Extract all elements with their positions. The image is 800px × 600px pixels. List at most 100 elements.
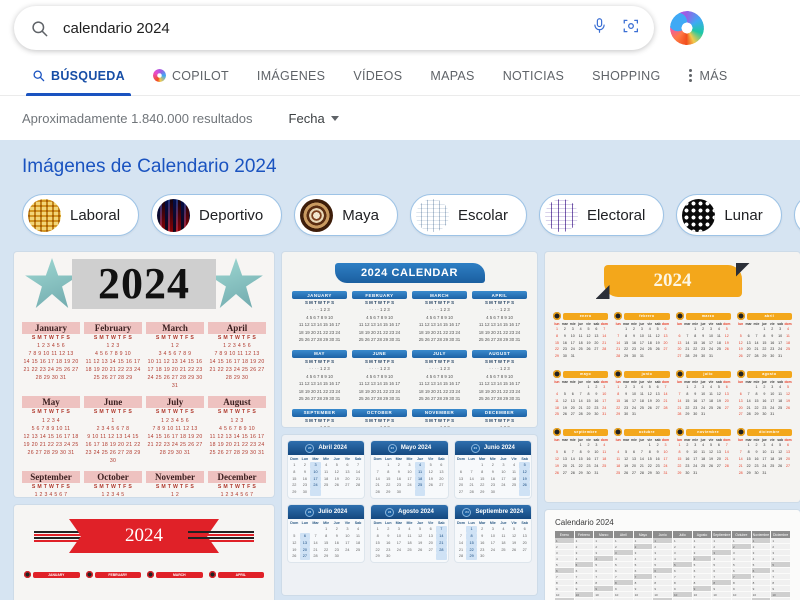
date-filter-dropdown[interactable]: Fecha [289, 111, 339, 126]
calendar-table-cell: 6 [672, 568, 692, 573]
calendar-table-cell: 5 [633, 562, 653, 567]
calendar-table-cell: 4 [672, 556, 692, 561]
year-badge-icon: 24 [470, 443, 480, 453]
month-days: 1 2 34 5 6 7 8 9 10 11 12 13 14 15 16 17 1… [209, 417, 265, 456]
image-result-orange-year-calendar[interactable]: 2024 enero lun mar mie jue vie sab dom 1 2 3 4 5 6 7 8 9… [545, 252, 800, 502]
copilot-logo-icon[interactable] [665, 6, 709, 50]
tab-videos[interactable]: VÍDEOS [339, 56, 416, 96]
column-header: Junio [653, 531, 672, 538]
calendar-table-cell: 1 [692, 538, 712, 543]
search-box[interactable] [14, 6, 654, 50]
image-result-grayscale-table-calendar[interactable]: Calendario 2024 Enero1234567891011Febrer… [545, 510, 800, 600]
month-header: mayo [553, 370, 609, 379]
calendar-table-cell: 4 [692, 556, 712, 561]
calendar-table-cell: 9 [692, 586, 712, 591]
result-count: Aproximadamente 1.840.000 resultados [22, 110, 253, 126]
calendar-month-card: 24 Julio 2024 Dom Lun Mar Mie Jue Vie Sab 1 2 3 4 5 6 7… [288, 505, 365, 563]
image-result-pink-year-calendar[interactable]: 2024 January S M T W T F S1 2 3 4 5 67 8 … [14, 252, 274, 497]
calendar-table-cell: 6 [555, 568, 574, 573]
month-name: July [146, 396, 204, 409]
calendar-table-cell: 10 [731, 592, 751, 597]
calendar-table-cell: 3 [633, 550, 653, 555]
weekday-header: S M T W T F S [304, 417, 335, 423]
month-header: FEBRUARY [85, 571, 141, 578]
weekday-header: S M T W T F S [484, 417, 515, 423]
column-header: Mayo [633, 531, 653, 538]
image-result-blue-year-calendar[interactable]: 2024 CALENDAR JANUARY S M T W T F S · · · … [282, 252, 537, 427]
filter-pill-electoral[interactable]: Electoral [538, 194, 665, 236]
tab-mas[interactable]: MÁS [675, 56, 742, 96]
weekday-header: S M T W T F S [93, 335, 133, 341]
month-name: August [208, 396, 266, 409]
month-name: November [146, 470, 204, 483]
calendar-month-card: 24 Agosto 2024 Dom Lun Mar Mie Jue Vie Sab 1 2 3 4 5 6… [371, 505, 448, 563]
filter-pill-lunar[interactable]: Lunar [676, 194, 782, 236]
microphone-icon[interactable] [591, 17, 608, 39]
image-result-red-ribbon-calendar[interactable]: 2024 JANUARY FEBRUARY MARCH APRIL [14, 505, 274, 600]
column-cells: 1234567891011 [653, 538, 672, 600]
month-days: 1 2 3 4 5 6 7 8 9 10 11 12 13 14 15 16 17 18 19 20 21 22 23 24 2… [554, 327, 607, 359]
weekday-header: S M T W T F S [93, 409, 133, 416]
month-days: 1 2 3 4 5 67 8 9 10 11 12 13 14 15 16 17 … [23, 343, 79, 382]
filter-pill-escolar[interactable]: Escolar [409, 194, 527, 236]
calendar-month-block: OctoberS M T W T F S1 2 3 4 56 7 8 9 10 … [84, 470, 142, 497]
weekday-header: Dom Lun Mar Mie Jue Vie Sab [456, 521, 528, 526]
filter-pill-deportivo[interactable]: Deportivo [151, 194, 283, 236]
weekday-header: S M T W T F S [31, 409, 71, 416]
month-days: 1 2 3 4 56 7 8 9 10 11 1213 14 15 16 17 … [101, 491, 125, 497]
month-header: octubre [614, 428, 670, 437]
calendar-year-label: 2024 [603, 265, 742, 297]
filter-pill-overflow[interactable] [793, 194, 800, 236]
calendar-month-block: OCTOBERS M T W T F S· · · · 1 2 34 5 6 7… [352, 408, 407, 427]
month-header: enero [553, 312, 609, 320]
tab-shopping[interactable]: SHOPPING [578, 56, 674, 96]
year-badge-icon: 24 [305, 443, 315, 453]
year-badge-icon: 24 [387, 443, 397, 453]
image-result-spanish-month-calendar[interactable]: 24 Abril 2024 Dom Lun Mar Mie Jue Vie Sab 1 2 3 4 5 6 7… [282, 435, 537, 595]
calendar-table-column: Mayo1234567891011 [633, 531, 653, 600]
pill-label: Escolar [457, 206, 508, 224]
weekday-header: S M T W T F S [484, 358, 515, 364]
tab-mapas[interactable]: MAPAS [416, 56, 488, 96]
calendar-table-cell: 10 [712, 592, 731, 597]
calendar-table-cell: 5 [731, 562, 751, 567]
month-name: OCTOBER [352, 408, 407, 417]
search-input[interactable] [49, 19, 583, 37]
calendar-month-block: February S M T W T F S 1 2 34 5 6 7 8 9 10… [84, 322, 142, 390]
month-name: JULY [412, 349, 467, 358]
month-days: 1 2 3 4 5 6 7 8 9 10 11 12 13 14 15 16 17 18 19 20 21 22 23 24 2… [375, 462, 444, 497]
tab-imagenes[interactable]: IMÁGENES [243, 56, 339, 96]
calendar-month-block: May S M T W T F S1 2 3 45 6 7 8 9 10 11 12… [22, 396, 80, 464]
weekday-header: S M T W T F S [364, 300, 395, 305]
weekday-header: Dom Lun Mar Mie Jue Vie Sab [290, 521, 362, 526]
month-name: Mayo 2024 [400, 445, 432, 451]
calendar-table-cell: 8 [574, 580, 594, 585]
calendar-table-cell: 1 [574, 538, 594, 543]
calendar-table-cell: 1 [653, 538, 672, 543]
calendar-table-cell: 5 [594, 562, 613, 567]
calendar-table-cell: 10 [574, 592, 594, 597]
calendar-month-block: March S M T W T F S 1 23 4 5 6 7 8 9 10 11 … [146, 322, 204, 390]
tab-busqueda[interactable]: BÚSQUEDA [18, 56, 139, 96]
calendar-thumbnail-icon [682, 198, 716, 232]
weekday-header: S M T W T F S [424, 417, 455, 423]
tab-copilot[interactable]: COPILOT [139, 56, 243, 96]
calendar-table-cell: 10 [633, 592, 653, 597]
calendar-table-cell: 9 [613, 586, 633, 591]
filter-pill-laboral[interactable]: Laboral [22, 194, 140, 236]
calendar-table-cell: 2 [731, 544, 751, 549]
month-name: June [84, 396, 142, 409]
month-days: · · · · 1 2 34 5 6 7 8 9 1011 12 13 14 1… [478, 307, 521, 343]
calendar-month-block: AUGUST S M T W T F S · · · · 1 2 34 5 6 7 … [472, 349, 527, 403]
column-cells: 1234567891011 [594, 538, 613, 600]
filter-pill-maya[interactable]: Maya [294, 194, 398, 236]
calendar-table-column: Octubre1234567891011 [731, 531, 751, 600]
tab-label: SHOPPING [592, 68, 661, 83]
month-days: 1 2 3 4 5 6 7 8 9 10 11 12 13 14 15 16 17 18 19 20 21 22 23 24 2… [677, 327, 729, 359]
visual-search-camera-icon[interactable] [622, 17, 640, 40]
calendar-table-cell: 6 [613, 568, 633, 573]
gear-dot-icon [24, 571, 31, 578]
calendar-table-cell: 10 [751, 592, 771, 597]
image-filter-pills: Laboral Deportivo Maya Escolar Electoral… [0, 190, 800, 240]
tab-noticias[interactable]: NOTICIAS [489, 56, 578, 96]
